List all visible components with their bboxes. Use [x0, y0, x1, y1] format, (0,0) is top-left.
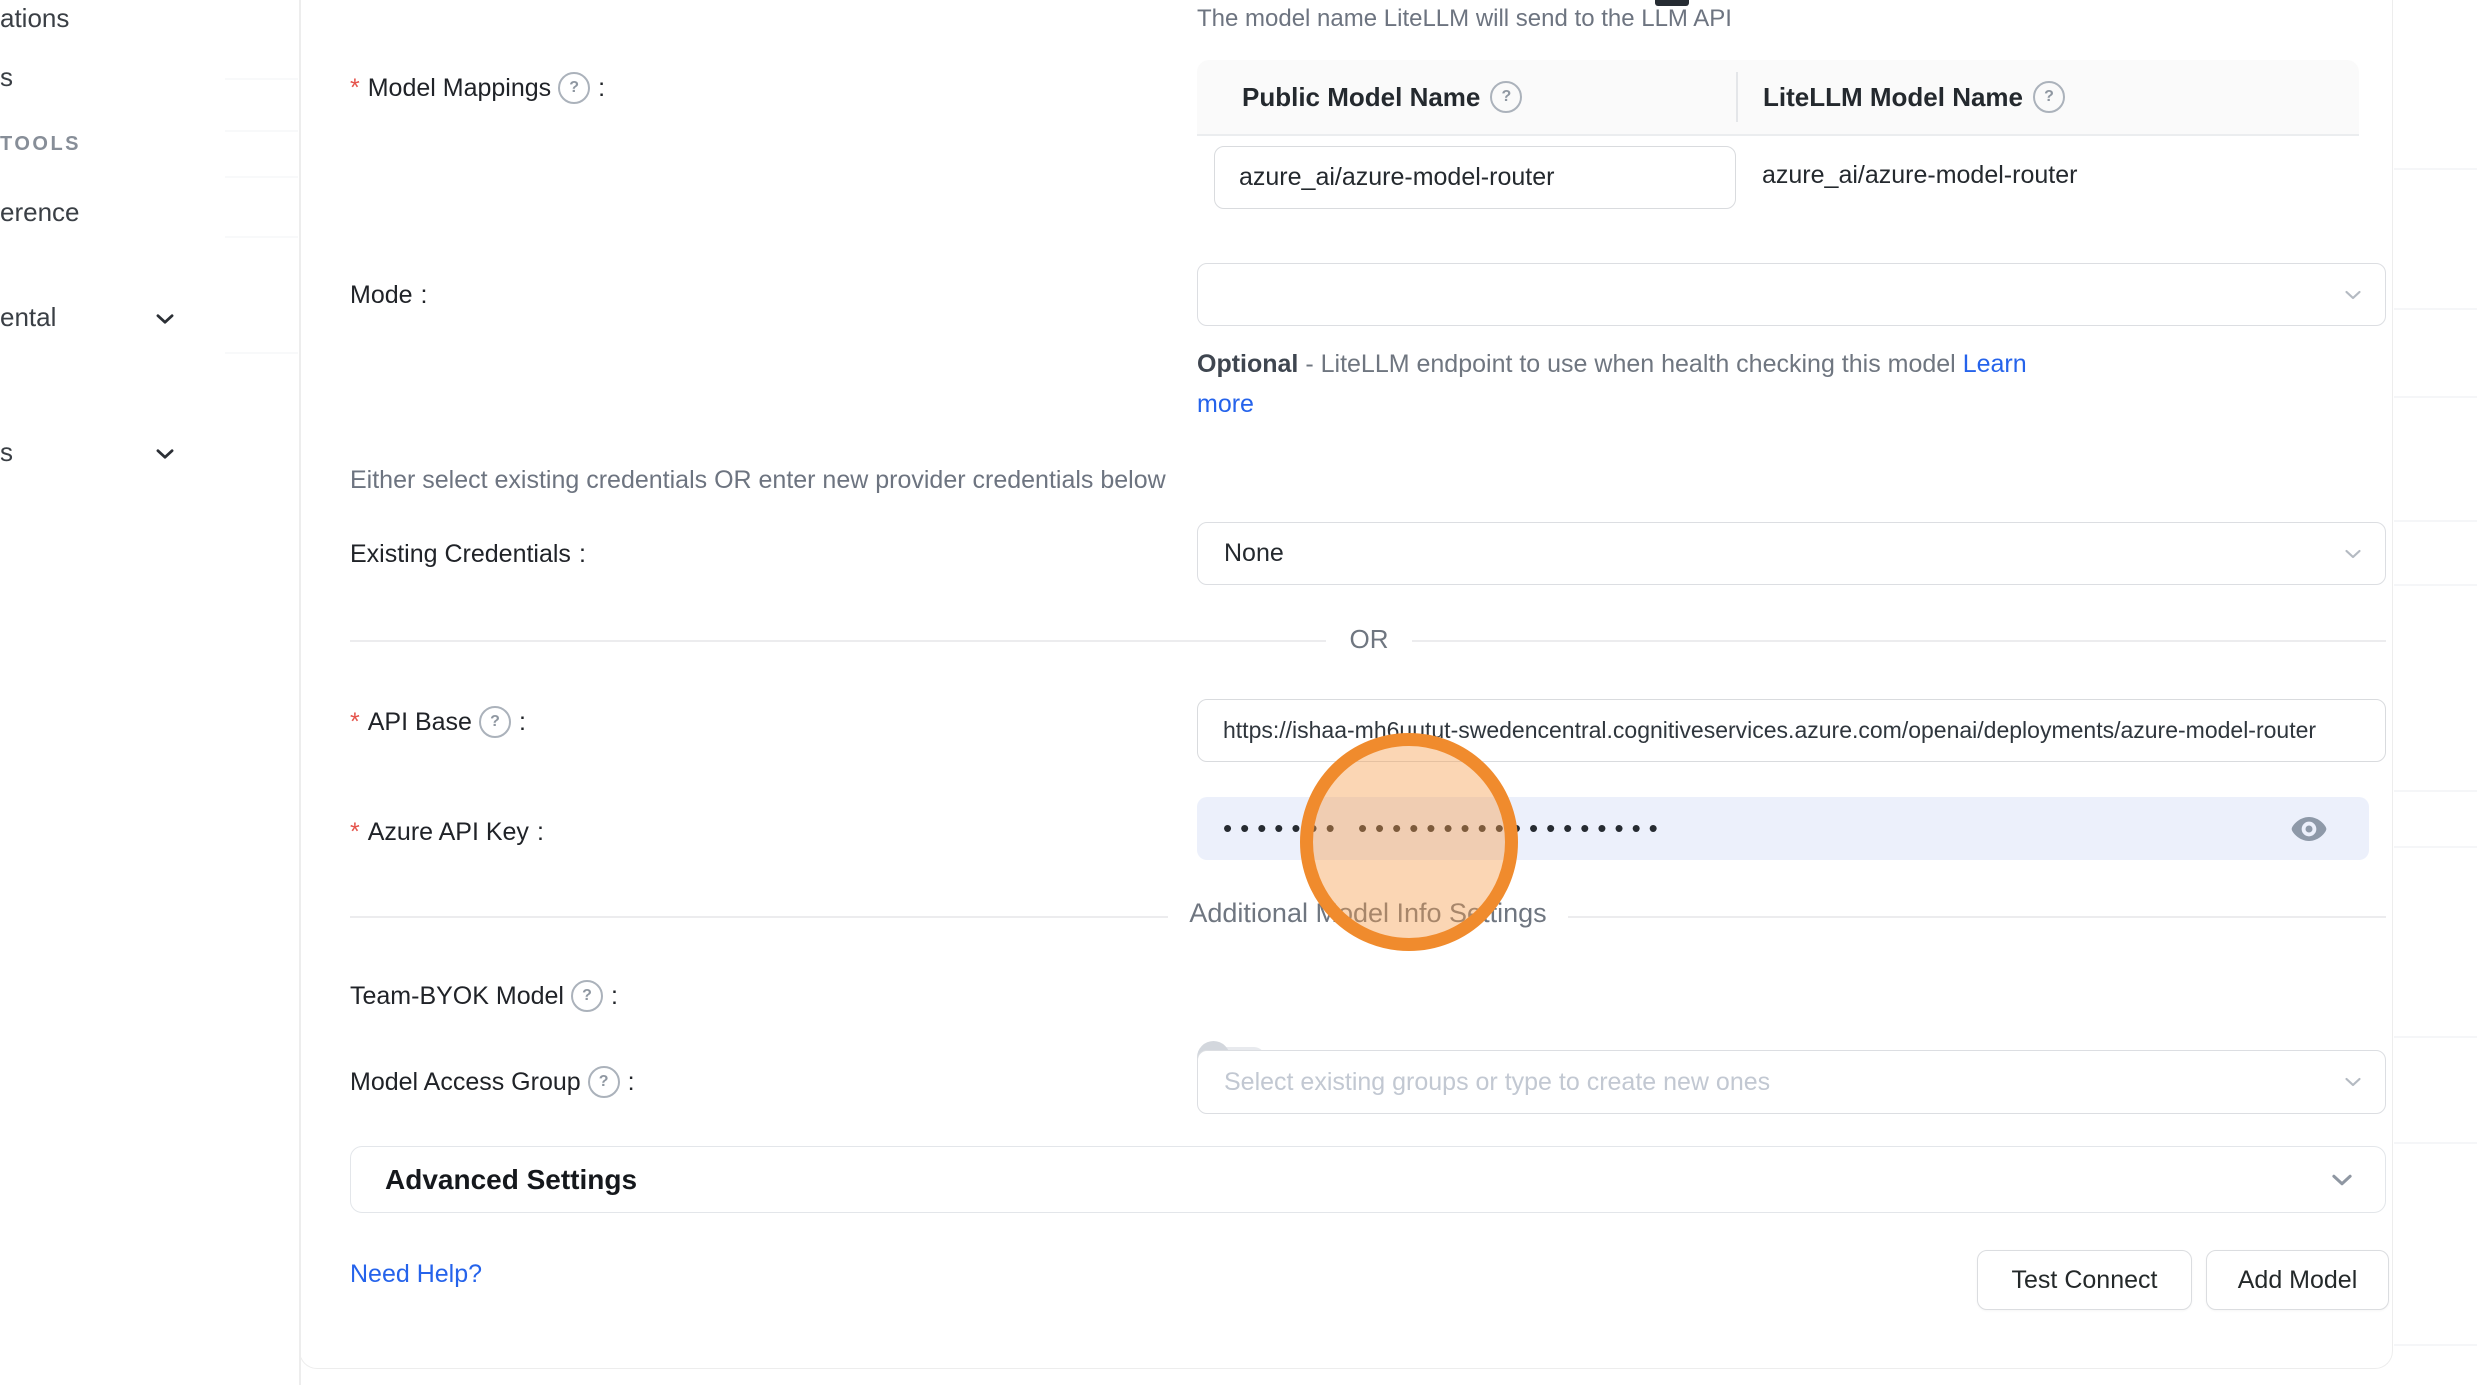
required-mark: *	[350, 74, 360, 103]
chevron-down-icon	[2341, 542, 2365, 566]
litellm-model-name-value: azure_ai/azure-model-router	[1762, 161, 2077, 190]
existing-credentials-label: Existing Credentials :	[350, 540, 586, 569]
required-mark: *	[350, 818, 360, 847]
additional-divider-line-left	[350, 916, 1168, 918]
sidebar-item-label: s	[0, 437, 13, 468]
public-model-name-field	[1214, 146, 1736, 209]
help-icon[interactable]: ?	[479, 706, 511, 738]
sidebar-item-ations[interactable]: ations	[0, 3, 69, 34]
model-access-group-label: Model Access Group ? :	[350, 1066, 635, 1098]
advanced-settings-toggle[interactable]: Advanced Settings	[350, 1146, 2386, 1213]
or-divider-line-left	[350, 640, 1326, 642]
chevron-down-icon	[2341, 283, 2365, 307]
model-mappings-table-header: Public Model Name ? LiteLLM Model Name ?	[1197, 60, 2359, 136]
help-icon[interactable]: ?	[588, 1066, 620, 1098]
sidebar-item-s2[interactable]: s	[0, 437, 13, 468]
or-divider-text: OR	[1326, 624, 1412, 655]
mode-help-text: Optional - LiteLLM endpoint to use when …	[1197, 344, 2097, 424]
sidebar-item-ental[interactable]: ental	[0, 302, 56, 333]
mode-select[interactable]	[1197, 263, 2386, 326]
help-icon[interactable]: ?	[571, 980, 603, 1012]
chevron-down-icon	[152, 441, 178, 474]
sidebar-section-tools: TOOLS	[0, 133, 81, 156]
additional-divider-text: Additional Model Info Settings	[1168, 898, 1568, 929]
public-model-name-input[interactable]	[1215, 163, 1735, 192]
or-divider-line-right	[1412, 640, 2386, 642]
help-icon[interactable]: ?	[1490, 81, 1522, 113]
help-icon[interactable]: ?	[558, 72, 590, 104]
sidebar-item-erence[interactable]: erence	[0, 197, 80, 228]
sidebar-item-label: ental	[0, 302, 56, 333]
additional-divider-line-right	[1568, 916, 2386, 918]
learn-more-link[interactable]: more	[1197, 390, 1254, 418]
mode-label: Mode :	[350, 281, 428, 310]
advanced-settings-label: Advanced Settings	[385, 1164, 637, 1196]
credentials-hint: Either select existing credentials OR en…	[350, 466, 1166, 495]
add-model-button[interactable]: Add Model	[2206, 1250, 2389, 1310]
sidebar-item-label: s	[0, 62, 13, 93]
chevron-down-icon	[2327, 1165, 2357, 1195]
model-access-group-placeholder: Select existing groups or type to create…	[1224, 1068, 1770, 1097]
sidebar-item-s1[interactable]: s	[0, 62, 13, 93]
chevron-down-icon	[152, 306, 178, 339]
chevron-down-icon	[2341, 1070, 2365, 1094]
existing-credentials-value: None	[1224, 539, 1284, 568]
team-byok-label: Team-BYOK Model ? :	[350, 980, 618, 1012]
public-model-name-header: Public Model Name ?	[1242, 60, 1522, 134]
sidebar-item-label: ations	[0, 3, 69, 34]
help-icon[interactable]: ?	[2033, 81, 2065, 113]
existing-credentials-select[interactable]: None	[1197, 522, 2386, 585]
test-connect-button[interactable]: Test Connect	[1977, 1250, 2192, 1310]
model-mappings-label: * Model Mappings ? :	[350, 72, 605, 104]
sidebar-divider	[299, 0, 301, 1385]
azure-api-key-input[interactable]	[1197, 813, 1923, 844]
header-column-divider	[1736, 72, 1738, 122]
required-mark: *	[350, 708, 360, 737]
azure-api-key-label: * Azure API Key :	[350, 818, 544, 847]
sidebar-item-label: erence	[0, 197, 80, 228]
model-access-group-select[interactable]: Select existing groups or type to create…	[1197, 1050, 2386, 1114]
api-base-label: * API Base ? :	[350, 706, 526, 738]
eye-icon[interactable]	[2289, 814, 2329, 844]
litellm-model-name-header: LiteLLM Model Name ?	[1763, 60, 2065, 134]
api-base-input[interactable]	[1198, 717, 2385, 744]
api-base-field	[1197, 699, 2386, 762]
azure-api-key-field	[1197, 797, 2369, 860]
model-name-hint: The model name LiteLLM will send to the …	[1197, 5, 1732, 33]
learn-more-link[interactable]: Learn	[1963, 350, 2027, 378]
need-help-link[interactable]: Need Help?	[350, 1260, 482, 1289]
